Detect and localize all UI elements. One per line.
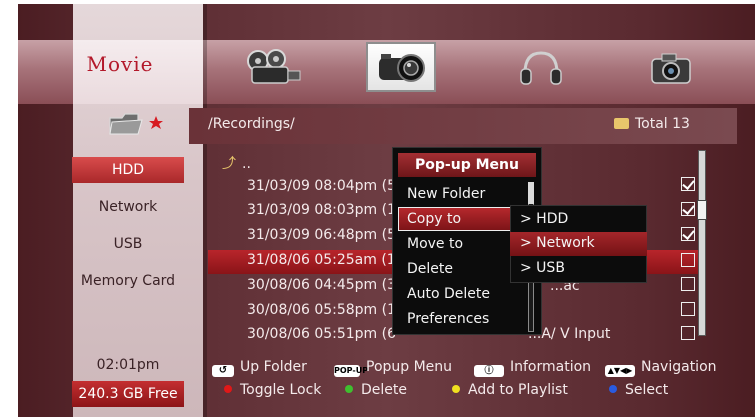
recording-row[interactable]: 31/03/09 08:03pm (1 xyxy=(247,202,396,218)
recording-row[interactable]: 31/03/09 08:04pm (5 xyxy=(247,178,396,194)
menu-item-copy-to[interactable]: Copy to xyxy=(407,211,461,227)
folder-icon xyxy=(614,118,629,129)
item-total: Total 13 xyxy=(614,116,690,132)
headphones-icon[interactable] xyxy=(506,42,576,92)
video-camera-icon[interactable] xyxy=(366,42,436,92)
menu-item-move-to[interactable]: Move to xyxy=(407,236,463,252)
lock-checkbox[interactable] xyxy=(681,177,695,191)
sidebar-item-hdd[interactable]: HDD xyxy=(72,157,184,183)
back-key-icon: ↺ xyxy=(212,365,234,377)
lock-checkbox[interactable] xyxy=(681,227,695,241)
left-panel-shadow xyxy=(203,4,207,417)
up-arrow-icon: ⤴ xyxy=(222,156,236,172)
hint-add-to-playlist: Add to Playlist xyxy=(452,382,568,398)
photo-camera-icon[interactable] xyxy=(636,42,706,92)
lock-checkbox[interactable] xyxy=(681,202,695,216)
new-folder-icon xyxy=(108,110,168,142)
total-label: Total 13 xyxy=(635,116,690,132)
popup-key-icon: POP-UP xyxy=(334,365,369,377)
recording-row[interactable]: 31/03/09 06:48pm (5 xyxy=(247,227,396,243)
lock-checkbox[interactable] xyxy=(681,302,695,316)
hint-navigation: ▲▼◀▶ Navigation xyxy=(605,359,717,377)
section-title: Movie xyxy=(86,52,154,76)
menu-item-auto-delete[interactable]: Auto Delete xyxy=(407,286,490,302)
up-folder-row[interactable]: ⤴.. xyxy=(222,153,251,173)
hint-up-folder: ↺ Up Folder xyxy=(212,359,307,377)
recording-row[interactable]: 31/08/06 05:25am (1 xyxy=(247,252,396,268)
list-scrollbar-thumb[interactable] xyxy=(697,200,707,220)
lock-checkbox[interactable] xyxy=(681,326,695,340)
hint-popup-menu: POP-UPPopup Menu xyxy=(334,359,453,377)
green-button-icon xyxy=(345,385,353,393)
lock-checkbox[interactable] xyxy=(681,277,695,291)
recording-row[interactable]: 30/08/06 05:51pm (6 xyxy=(247,326,396,342)
arrow-keys-icon: ▲▼◀▶ xyxy=(605,365,635,377)
yellow-button-icon xyxy=(452,385,460,393)
sidebar-item-memory-card[interactable]: Memory Card xyxy=(72,268,184,294)
recording-row[interactable]: 30/08/06 04:45pm (3 xyxy=(247,277,396,293)
current-path: /Recordings/ xyxy=(208,116,295,132)
movie-reel-icon[interactable] xyxy=(236,42,306,92)
lock-checkbox[interactable] xyxy=(681,253,695,267)
sidebar-item-usb[interactable]: USB xyxy=(72,231,184,257)
free-space: 240.3 GB Free xyxy=(72,381,184,407)
submenu-item-usb[interactable]: > USB xyxy=(520,260,565,276)
menu-item-delete[interactable]: Delete xyxy=(407,261,453,277)
menu-item-preferences[interactable]: Preferences xyxy=(407,311,489,327)
popup-scrollbar-thumb[interactable] xyxy=(528,182,534,204)
list-scrollbar[interactable] xyxy=(698,150,706,336)
hint-toggle-lock: Toggle Lock xyxy=(224,382,321,398)
hint-delete: Delete xyxy=(345,382,407,398)
clock: 02:01pm xyxy=(96,357,160,373)
hint-select: Select xyxy=(609,382,668,398)
sidebar-item-network[interactable]: Network xyxy=(72,194,184,220)
info-key-icon: ⓘ xyxy=(474,365,504,377)
popup-menu-title: Pop-up Menu xyxy=(398,153,536,177)
menu-item-new-folder[interactable]: New Folder xyxy=(407,186,485,202)
submenu-item-hdd[interactable]: > HDD xyxy=(520,211,568,227)
recording-row[interactable]: 30/08/06 05:58pm (1 xyxy=(247,302,396,318)
submenu-item-network[interactable]: > Network xyxy=(520,235,595,251)
red-button-icon xyxy=(224,385,232,393)
hint-information: ⓘ Information xyxy=(474,359,591,377)
blue-button-icon xyxy=(609,385,617,393)
